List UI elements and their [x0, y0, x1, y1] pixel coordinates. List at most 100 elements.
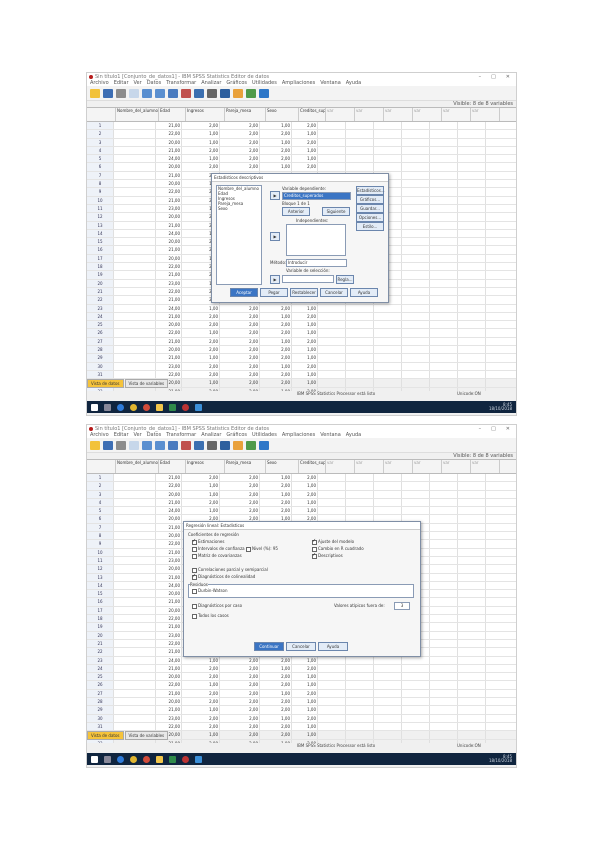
data-cell[interactable]: 2,00 [182, 321, 220, 329]
data-cell[interactable] [114, 329, 156, 337]
data-cell[interactable] [114, 490, 156, 498]
data-cell[interactable]: 2,00 [260, 146, 292, 155]
data-cell[interactable]: 1,00 [292, 130, 318, 138]
previous-button[interactable]: Anterior [282, 207, 310, 216]
empty-cell[interactable] [402, 706, 430, 714]
empty-cell[interactable] [374, 731, 402, 739]
empty-cell[interactable] [458, 321, 486, 329]
empty-cell[interactable] [346, 689, 374, 698]
data-cell[interactable]: 1,00 [182, 130, 220, 138]
data-cell[interactable] [114, 673, 156, 681]
empty-cell[interactable] [318, 490, 346, 498]
empty-cell[interactable] [430, 188, 458, 196]
empty-cell[interactable] [402, 490, 430, 498]
data-cell[interactable]: 1,00 [182, 681, 220, 689]
data-cell[interactable]: 23,00 [156, 714, 182, 722]
data-cell[interactable]: 20,00 [156, 565, 182, 573]
empty-cell[interactable] [430, 337, 458, 346]
column-header-var[interactable]: var [355, 108, 384, 121]
value-labels-icon[interactable] [259, 440, 269, 450]
empty-cell[interactable] [402, 213, 430, 221]
empty-cell[interactable] [374, 138, 402, 146]
empty-cell[interactable] [402, 722, 430, 731]
empty-cell[interactable] [374, 698, 402, 706]
empty-cell[interactable] [318, 362, 346, 370]
data-cell[interactable] [114, 254, 156, 263]
data-cell[interactable]: 2,00 [260, 370, 292, 379]
empty-cell[interactable] [430, 155, 458, 163]
data-cell[interactable] [114, 523, 156, 532]
print-icon[interactable] [116, 88, 126, 98]
empty-cell[interactable] [430, 532, 458, 540]
statistics-checkbox[interactable] [192, 573, 197, 580]
data-cell[interactable]: 2,00 [220, 346, 260, 354]
photos-icon[interactable] [195, 755, 202, 763]
data-cell[interactable]: 1,00 [182, 155, 220, 163]
data-cell[interactable]: 21,00 [156, 146, 182, 155]
data-cell[interactable]: 20,00 [156, 321, 182, 329]
empty-cell[interactable] [458, 213, 486, 221]
data-cell[interactable]: 2,00 [292, 138, 318, 146]
move-dependent-button[interactable]: ▶ [270, 191, 280, 200]
empty-cell[interactable] [458, 498, 486, 507]
empty-cell[interactable] [402, 346, 430, 354]
empty-cell[interactable] [402, 246, 430, 254]
empty-cell[interactable] [374, 370, 402, 379]
data-cell[interactable]: 1,00 [292, 329, 318, 337]
menu-item[interactable]: Datos [147, 432, 162, 438]
data-cell[interactable]: 1,00 [292, 681, 318, 689]
task-view-icon[interactable] [104, 403, 111, 411]
empty-cell[interactable] [374, 689, 402, 698]
empty-cell[interactable] [458, 122, 486, 130]
data-cell[interactable] [114, 565, 156, 573]
data-cell[interactable]: 2,00 [260, 379, 292, 387]
data-cell[interactable]: 21,00 [156, 337, 182, 346]
empty-cell[interactable] [402, 122, 430, 130]
empty-cell[interactable] [430, 238, 458, 246]
empty-cell[interactable] [402, 379, 430, 387]
empty-cell[interactable] [374, 379, 402, 387]
data-cell[interactable]: 2,00 [220, 474, 260, 482]
dialog-action-button[interactable]: Pegar [260, 288, 288, 297]
empty-cell[interactable] [318, 698, 346, 706]
data-cell[interactable]: 2,00 [220, 155, 260, 163]
data-cell[interactable]: 1,00 [292, 673, 318, 681]
data-cell[interactable]: 1,00 [292, 321, 318, 329]
empty-cell[interactable] [402, 354, 430, 362]
empty-cell[interactable] [458, 180, 486, 188]
value-labels-icon[interactable] [259, 88, 269, 98]
empty-cell[interactable] [346, 731, 374, 739]
data-cell[interactable]: 1,00 [292, 379, 318, 387]
data-cell[interactable]: 2,00 [292, 122, 318, 130]
menu-item[interactable]: Ampliaciones [282, 432, 315, 438]
empty-cell[interactable] [458, 656, 486, 664]
spss-taskbar-icon[interactable] [182, 755, 189, 763]
statistics-checkbox[interactable] [312, 552, 317, 559]
data-cell[interactable] [114, 163, 156, 171]
split-file-icon[interactable] [233, 440, 243, 450]
empty-cell[interactable] [458, 507, 486, 515]
data-cell[interactable]: 20,00 [156, 138, 182, 146]
data-cell[interactable]: 24,00 [156, 229, 182, 238]
undo-icon[interactable] [142, 440, 152, 450]
empty-cell[interactable] [458, 163, 486, 171]
empty-cell[interactable] [430, 122, 458, 130]
column-header[interactable]: Ingresos [186, 460, 225, 473]
data-cell[interactable] [114, 370, 156, 379]
data-cell[interactable] [114, 615, 156, 623]
empty-cell[interactable] [374, 329, 402, 337]
data-cell[interactable] [114, 507, 156, 515]
empty-cell[interactable] [430, 171, 458, 180]
empty-cell[interactable] [346, 370, 374, 379]
data-cell[interactable]: 2,00 [260, 321, 292, 329]
empty-cell[interactable] [402, 204, 430, 213]
data-cell[interactable]: 22,00 [156, 540, 182, 548]
empty-cell[interactable] [318, 706, 346, 714]
data-cell[interactable] [114, 540, 156, 548]
data-cell[interactable]: 2,00 [220, 656, 260, 664]
data-cell[interactable]: 1,00 [292, 482, 318, 490]
empty-cell[interactable] [402, 714, 430, 722]
empty-cell[interactable] [458, 287, 486, 296]
empty-cell[interactable] [458, 229, 486, 238]
data-cell[interactable]: 2,00 [182, 337, 220, 346]
